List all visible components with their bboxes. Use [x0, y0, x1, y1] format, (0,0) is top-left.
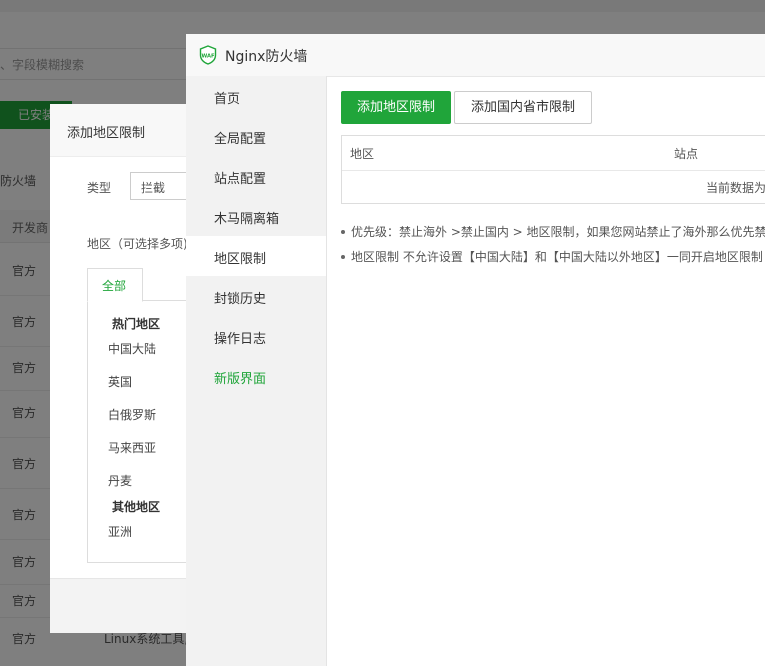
- region-option-uk[interactable]: 英国: [108, 373, 132, 390]
- nav-item-label: 地区限制: [214, 252, 267, 267]
- nav-item-label: 站点配置: [214, 172, 267, 187]
- region-option-china-mainland[interactable]: 中国大陆: [108, 340, 156, 357]
- dialog-title: 添加地区限制: [67, 126, 146, 141]
- nav-item-global-config[interactable]: 全局配置: [186, 116, 326, 156]
- nav-item-label: 全局配置: [214, 132, 267, 147]
- nav-item-label: 新版界面: [214, 372, 267, 387]
- nav-item-operation-log[interactable]: 操作日志: [186, 316, 326, 356]
- region-restriction-note-text: 地区限制 不允许设置【中国大陆】和【中国大陆以外地区】一同开启地区限制: [351, 250, 763, 264]
- nav-item-home[interactable]: 首页: [186, 76, 326, 116]
- waf-content-panel: 添加地区限制 添加国内省市限制 地区 站点 当前数据为空 优先级：禁止海外 >禁…: [327, 76, 765, 666]
- nav-item-block-history[interactable]: 封锁历史: [186, 276, 326, 316]
- nav-item-label: 木马隔离箱: [214, 212, 280, 227]
- nav-item-trojan-quarantine[interactable]: 木马隔离箱: [186, 196, 326, 236]
- column-header-region: 地区: [350, 147, 375, 161]
- tab-all-regions[interactable]: 全部: [87, 268, 143, 302]
- waf-window-title: Nginx防火墙: [225, 49, 308, 65]
- other-regions-heading: 其他地区: [112, 500, 161, 514]
- table-empty-message: 当前数据为空: [706, 181, 765, 195]
- column-header-site: 站点: [674, 147, 699, 161]
- add-region-restriction-button[interactable]: 添加地区限制: [341, 91, 451, 124]
- nav-item-label: 操作日志: [214, 332, 267, 347]
- region-option-malaysia[interactable]: 马来西亚: [108, 439, 156, 456]
- table-header: 地区 站点: [342, 136, 765, 171]
- svg-text:WAF: WAF: [201, 54, 215, 60]
- tab-all-label: 全部: [102, 279, 127, 293]
- priority-note-text: 优先级：禁止海外 >禁止国内 > 地区限制，如果您网站禁止了海外那么优先禁止海外: [351, 225, 765, 239]
- hot-regions-heading: 热门地区: [112, 317, 161, 331]
- type-label: 类型: [87, 181, 112, 195]
- nav-item-label: 首页: [214, 92, 241, 107]
- bullet-icon: [341, 229, 345, 234]
- nav-item-site-config[interactable]: 站点配置: [186, 156, 326, 196]
- region-option-belarus[interactable]: 白俄罗斯: [108, 406, 156, 423]
- nginx-waf-window: WAF Nginx防火墙 首页 全局配置 站点配置 木马隔离箱 地区限制 封锁历…: [186, 34, 765, 666]
- nav-item-label: 封锁历史: [214, 292, 267, 307]
- type-select-value: 拦截: [141, 181, 166, 195]
- region-option-asia[interactable]: 亚洲: [108, 523, 132, 540]
- add-province-restriction-button[interactable]: 添加国内省市限制: [454, 91, 592, 124]
- region-option-denmark[interactable]: 丹麦: [108, 472, 132, 489]
- region-restriction-note: 地区限制 不允许设置【中国大陆】和【中国大陆以外地区】一同开启地区限制: [341, 248, 763, 265]
- priority-note: 优先级：禁止海外 >禁止国内 > 地区限制，如果您网站禁止了海外那么优先禁止海外: [341, 223, 765, 240]
- region-label: 地区（可选择多项): [87, 237, 188, 251]
- waf-title-bar: WAF Nginx防火墙: [186, 34, 765, 77]
- waf-shield-icon: WAF: [199, 45, 217, 65]
- nav-item-region-restriction[interactable]: 地区限制: [186, 236, 326, 276]
- region-restriction-table: 地区 站点 当前数据为空: [341, 135, 765, 204]
- waf-sidebar: 首页 全局配置 站点配置 木马隔离箱 地区限制 封锁历史 操作日志 新版界面: [186, 76, 327, 666]
- nav-item-new-ui[interactable]: 新版界面: [186, 356, 326, 396]
- bullet-icon: [341, 254, 345, 259]
